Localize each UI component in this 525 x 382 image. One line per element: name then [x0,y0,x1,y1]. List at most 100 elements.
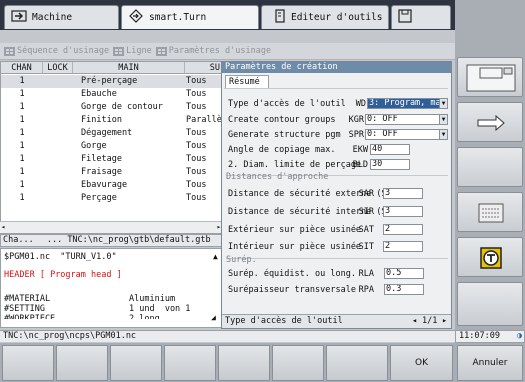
softkey-2[interactable] [56,345,108,381]
page-next-icon[interactable]: ▸ [442,315,447,328]
vertical-softkey-panel [455,0,525,382]
dropdown-arrow-icon[interactable]: ▼ [439,129,448,140]
cell-su: Tous [186,89,207,99]
form-icon [478,203,504,226]
table-row[interactable]: 1 Ebavurage Tous [1,179,221,192]
cell-chan: 1 [19,167,25,177]
param-dropdown[interactable]: 0: OFF [365,129,448,140]
col-header-chan[interactable]: CHAN [1,62,43,74]
dialog-box-button[interactable] [457,192,523,232]
sequence-button[interactable]: Séquence d'usinage [4,46,109,56]
param-input[interactable]: 2 [383,241,423,252]
param-dropdown[interactable]: 0: OFF [365,114,448,125]
softkey-empty[interactable] [457,147,523,187]
tab-summary[interactable]: Résumé [225,75,269,88]
param-label: Surépaisseur transversale [228,285,356,295]
param-label: Angle de copiage max. [228,145,336,155]
param-input[interactable]: 40 [370,144,410,155]
editor-line: #SETTING [4,304,45,314]
scroll-up-icon[interactable]: ▲ [213,252,218,261]
param-input[interactable]: 0.5 [384,268,424,279]
save-icon [398,9,412,26]
cell-su: Tous [186,193,207,203]
table-row[interactable]: 1 Filetage Tous [1,153,221,166]
scroll-left-icon[interactable]: ◂ [1,223,5,231]
ok-button[interactable]: OK [390,345,453,381]
tab-label: Editeur d'outils [291,12,383,23]
program-editor[interactable]: $PGM01.nc "TURN_V1.0" ▲ HEADER [ Program… [0,248,222,328]
softkey-3[interactable] [110,345,162,381]
editor-line-value: Aluminium [129,294,176,304]
program-path: ... TNC:\nc_prog\gtb\default.gtb [46,235,211,245]
dropdown-arrow-icon[interactable]: ▼ [439,98,448,109]
softkey-4[interactable] [164,345,216,381]
table-row[interactable]: 1 Dégagement Tous [1,127,221,140]
cell-main: Perçage [81,193,117,203]
col-header-main[interactable]: MAIN [73,62,185,74]
param-label: Extérieur sur pièce usinée [228,225,362,235]
turning-mode-button[interactable] [457,237,523,277]
cell-chan: 1 [19,128,25,138]
section-approach: Distances d'approche [226,172,329,182]
section-oversize: Surép. [226,255,257,265]
softkey-empty[interactable] [457,282,523,326]
param-input[interactable]: 3 [383,206,423,217]
tool-editor-icon [274,9,286,26]
arrow-icon [11,10,27,25]
table-row[interactable]: 1 Fraisage Tous [1,166,221,179]
param-code: EKW [352,145,368,155]
col-header-lock[interactable]: LOCK [43,62,73,74]
cell-main: Ebauche [81,89,117,99]
param-input[interactable]: 2 [383,224,423,235]
resize-grip-icon[interactable]: ◢ [211,313,216,322]
table-row[interactable]: 1 Gorge de contour Tous [1,101,221,114]
softkey-6[interactable] [272,345,324,381]
param-code: BLD [352,160,368,170]
param-code: KGR [348,115,364,125]
arrow-right-end-icon [476,114,506,134]
params-button[interactable]: Paramètres d'usinage [155,46,271,56]
field-help-label: Type d'accès de l'outil [225,316,343,326]
file-path-bar: TNC:\nc_prog\ncps\PGM01.nc [0,330,455,342]
param-input[interactable]: 30 [370,159,410,170]
tab-machine[interactable]: Machine [4,5,119,29]
dialog-title: Paramètres de création [222,62,451,73]
editor-line: #MATERIAL [4,294,51,304]
line-button[interactable]: Ligne [113,46,152,56]
page-indicator: 1/1 [422,316,438,326]
header-comment: [ Program head ] [34,270,122,280]
table-row[interactable]: 1 Ebauche Tous [1,88,221,101]
view-toggle-button[interactable] [457,57,523,97]
next-field-button[interactable] [457,102,523,142]
col-header-su[interactable]: SU [185,62,221,74]
cancel-button[interactable]: Annuler [457,345,523,381]
editor-line-value: 2 long [129,314,160,319]
cell-main: Finition [81,115,122,125]
top-tab-bar: Machine smart.Turn Editeur d'outils [0,0,455,30]
table-row[interactable]: 1 Gorge Tous [1,140,221,153]
page-prev-icon[interactable]: ◂ [412,315,417,328]
editor-line: #WORKPIECE [4,314,56,319]
param-input[interactable]: 0.3 [384,284,424,295]
table-row[interactable]: 1 Perçage Tous [1,192,221,205]
cell-su: Tous [186,128,207,138]
softkey-5[interactable] [218,345,270,381]
tab-smart-turn[interactable]: smart.Turn [121,5,259,29]
dropdown-arrow-icon[interactable]: ▼ [439,114,448,125]
param-input[interactable]: 3 [383,188,423,199]
dialog-status-bar: Type d'accès de l'outil ◂ 1/1 ▸ [222,314,451,328]
tab-label: Machine [32,12,73,23]
cell-chan: 1 [19,180,25,190]
tab-tool-editor[interactable]: Editeur d'outils [261,5,389,29]
param-label: 2. Diam. limite de perçage [228,160,362,170]
softkey-7[interactable] [326,345,388,381]
table-row[interactable]: 1 Pré-perçage Tous [1,75,221,88]
channel-label[interactable]: Cha... [3,235,34,245]
table-hscrollbar[interactable]: ◂ ▸ [0,221,222,233]
turn-t-icon [478,246,504,273]
param-dropdown[interactable]: 3: Program, mac [367,98,448,109]
table-row[interactable]: 1 Finition Parallè [1,114,221,127]
softkey-1[interactable] [2,345,54,381]
tab-save[interactable] [391,5,451,29]
param-label: Intérieur sur pièce usinée [228,242,362,252]
